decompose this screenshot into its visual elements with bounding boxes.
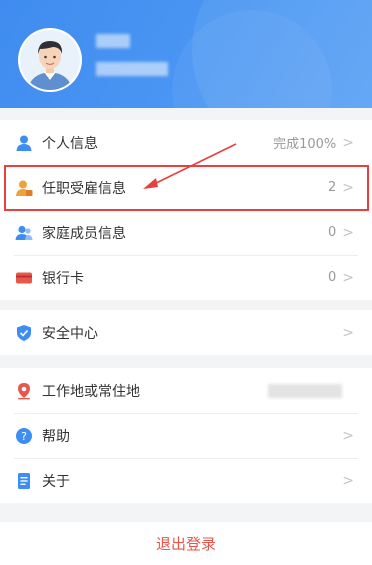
logout-button[interactable]: 退出登录 <box>0 522 372 565</box>
annotation-arrow-icon <box>143 143 237 189</box>
